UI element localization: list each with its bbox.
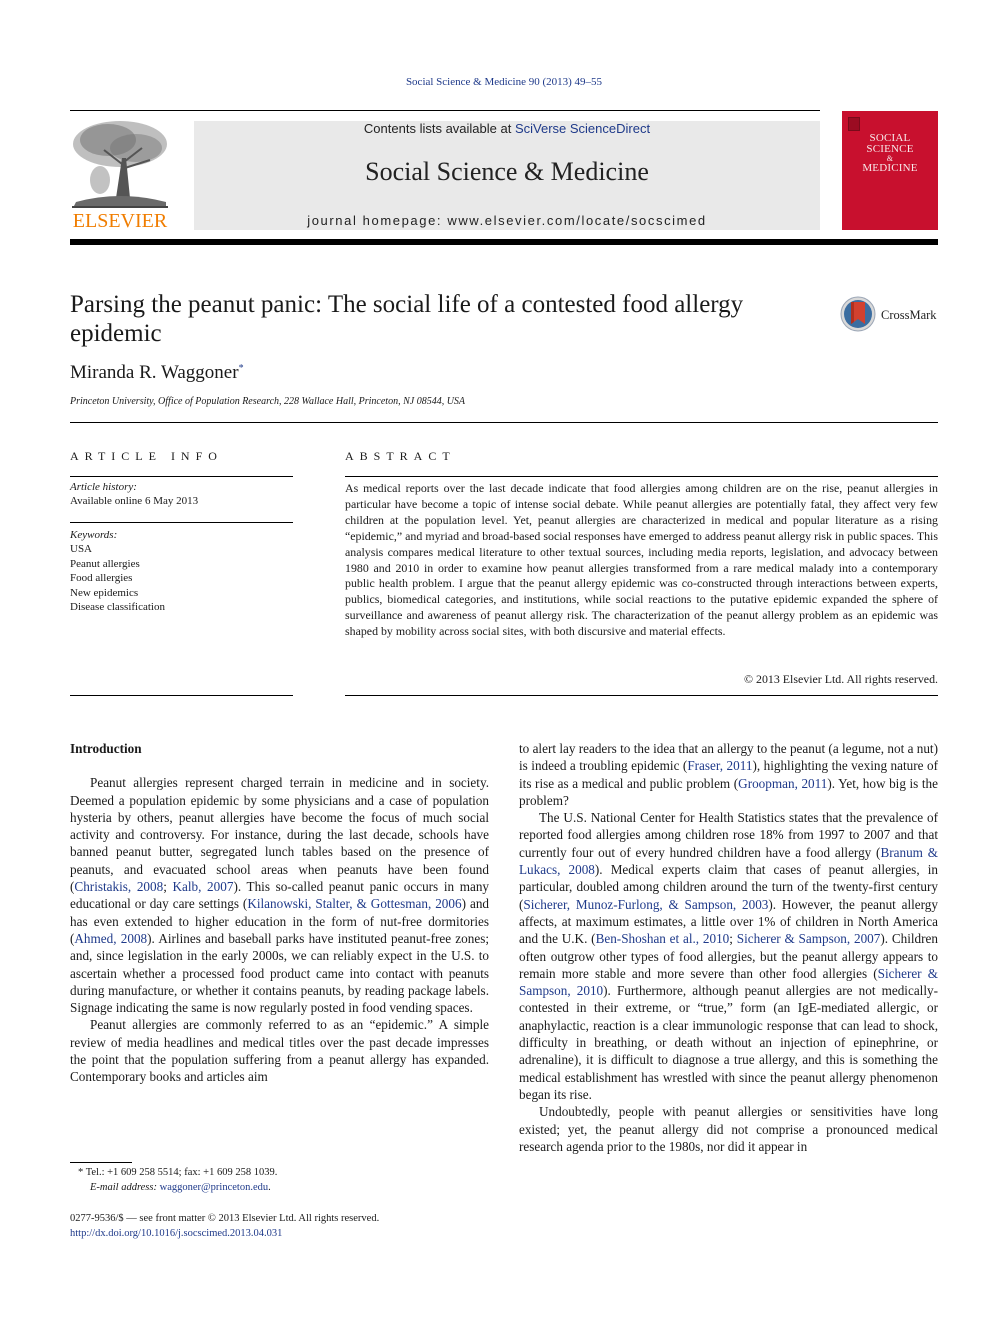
header-rule (70, 110, 820, 111)
body-paragraph: Peanut allergies are commonly referred t… (70, 1016, 489, 1085)
body-paragraph: Peanut allergies represent charged terra… (70, 774, 489, 1016)
author-name-text: Miranda R. Waggoner (70, 362, 239, 383)
keywords-label: Keywords: (70, 529, 118, 541)
email-link[interactable]: waggoner@princeton.edu (160, 1182, 269, 1193)
journal-cover[interactable]: SOCIAL SCIENCE & MEDICINE (842, 111, 938, 230)
body-text: The U.S. National Center for Health Stat… (519, 810, 938, 860)
journal-name: Social Science & Medicine (365, 157, 649, 186)
keywords: Keywords: USA Peanut allergies Food alle… (70, 528, 165, 614)
crossmark-button[interactable]: CrossMark (840, 296, 940, 336)
citation-link[interactable]: Fraser, 2011 (687, 758, 752, 773)
article-info-rule (70, 476, 293, 477)
contents-prefix: Contents lists available at (363, 121, 515, 136)
cover-title: SOCIAL SCIENCE & MEDICINE (842, 133, 938, 174)
doi-link[interactable]: http://dx.doi.org/10.1016/j.socscimed.20… (70, 1227, 379, 1242)
citation-link[interactable]: Sicherer & Sampson, 2007 (737, 931, 881, 946)
email-label: E-mail address: (90, 1182, 157, 1193)
body-text: Undoubtedly, people with peanut allergie… (519, 1104, 938, 1154)
keyword-item: Peanut allergies (70, 557, 140, 570)
sciencedirect-link[interactable]: SciVerse ScienceDirect (515, 121, 650, 136)
cover-publisher-mark-icon (848, 117, 860, 131)
elsevier-wordmark: ELSEVIER (72, 210, 168, 232)
footnote-contact: Tel.: +1 609 258 5514; fax: +1 609 258 1… (85, 1167, 278, 1178)
citation-link[interactable]: Christakis, 2008 (74, 879, 163, 894)
article-title: Parsing the peanut panic: The social lif… (70, 291, 744, 347)
body-column-right: to alert lay readers to the idea that an… (519, 740, 938, 1155)
abstract-rule (345, 695, 938, 696)
body-paragraph: to alert lay readers to the idea that an… (519, 740, 938, 809)
abstract-copyright: © 2013 Elsevier Ltd. All rights reserved… (744, 672, 938, 686)
footnote-mark: * (78, 1167, 84, 1178)
masthead-rule (70, 239, 938, 245)
article-history-label: Article history: (70, 481, 137, 493)
body-paragraph: Undoubtedly, people with peanut allergie… (519, 1103, 938, 1155)
running-header[interactable]: Social Science & Medicine 90 (2013) 49–5… (0, 76, 992, 88)
elsevier-logo[interactable]: ELSEVIER (70, 118, 170, 233)
journal-banner: Contents lists available at SciVerse Sci… (194, 121, 820, 230)
citation-link[interactable]: Kilanowski, Stalter, & Gottesman, 2006 (247, 896, 461, 911)
body-text: ; (163, 879, 173, 895)
article-history-value: Available online 6 May 2013 (70, 495, 199, 508)
footnote-email-line: E-mail address: waggoner@princeton.edu. (70, 1180, 277, 1195)
cover-title-line: MEDICINE (862, 162, 918, 174)
citation-link[interactable]: Groopman, 2011 (738, 776, 827, 791)
citation-link[interactable]: Ahmed, 2008 (74, 931, 147, 946)
abstract-text: As medical reports over the last decade … (345, 481, 938, 639)
article-info-rule (70, 522, 293, 523)
contents-line: Contents lists available at SciVerse Sci… (194, 121, 820, 136)
body-text: ; (729, 931, 737, 947)
body-text: Peanut allergies are commonly referred t… (70, 1017, 489, 1085)
author-footnote: * Tel.: +1 609 258 5514; fax: +1 609 258… (70, 1165, 277, 1195)
citation-link[interactable]: Ben-Shoshan et al., 2010 (596, 931, 730, 946)
body-column-left: Introduction Peanut allergies represent … (70, 740, 489, 1086)
citation-link[interactable]: Sicherer, Munoz-Furlong, & Sampson, 2003 (523, 897, 768, 912)
body-text: ). Furthermore, although peanut allergie… (519, 983, 938, 1102)
section-rule (70, 422, 938, 423)
article-info-rule (70, 695, 293, 696)
keyword-item: USA (70, 543, 93, 556)
keyword-item: New epidemics (70, 586, 139, 599)
elsevier-tree-icon (70, 118, 170, 210)
body-text: Peanut allergies represent charged terra… (70, 775, 489, 895)
keyword-item: Food allergies (70, 572, 133, 585)
keyword-item: Disease classification (70, 601, 165, 614)
abstract-rule (345, 476, 938, 477)
footnote-rule (70, 1162, 132, 1163)
body-paragraph: The U.S. National Center for Health Stat… (519, 809, 938, 1103)
article-info-heading: ARTICLE INFO (70, 449, 223, 463)
crossmark-icon (840, 296, 876, 332)
email-suffix: . (268, 1182, 271, 1193)
author-affiliation: Princeton University, Office of Populati… (70, 396, 466, 407)
footnote-contact-line: * Tel.: +1 609 258 5514; fax: +1 609 258… (70, 1165, 277, 1180)
citation-link[interactable]: Kalb, 2007 (173, 879, 234, 894)
section-heading: Introduction (70, 741, 142, 756)
article-history: Article history: Available online 6 May … (70, 480, 198, 509)
journal-homepage-link[interactable]: journal homepage: www.elsevier.com/locat… (194, 213, 820, 228)
author-footnote-mark[interactable]: * (239, 363, 244, 374)
issn-line: 0277-9536/$ — see front matter © 2013 El… (70, 1213, 380, 1224)
front-matter: 0277-9536/$ — see front matter © 2013 El… (70, 1212, 379, 1241)
author-name: Miranda R. Waggoner* (70, 362, 244, 384)
abstract-heading: ABSTRACT (345, 449, 456, 463)
crossmark-label: CrossMark (881, 308, 937, 322)
